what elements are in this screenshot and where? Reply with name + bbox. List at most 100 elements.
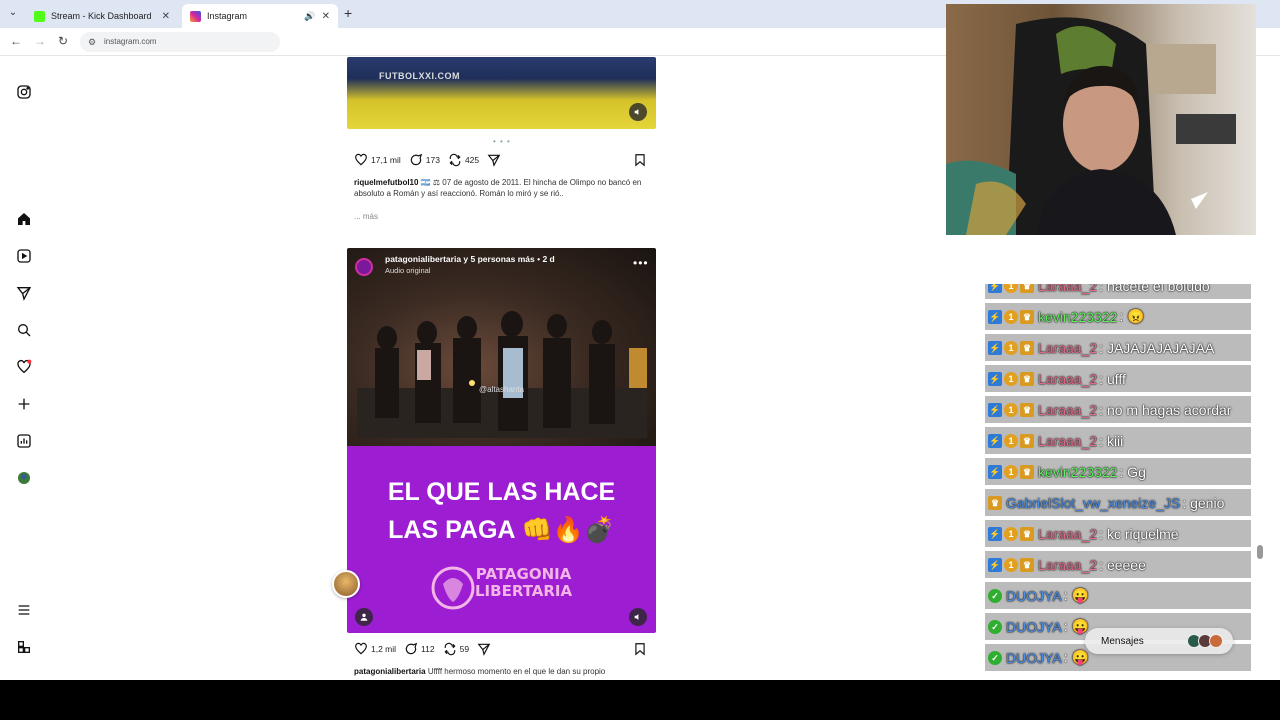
site-info-icon[interactable]: ⚙ xyxy=(88,32,96,52)
tab-kick-dashboard[interactable]: Stream - Kick Dashboard ✕ xyxy=(26,4,178,28)
chat-username[interactable]: DUOJYA xyxy=(1006,619,1062,635)
chat-username[interactable]: Laraaa_2 xyxy=(1038,284,1097,294)
new-tab-button[interactable]: + xyxy=(344,5,352,21)
close-tab-icon[interactable]: ✕ xyxy=(322,11,330,22)
chat-username[interactable]: kevin223322 xyxy=(1038,309,1117,325)
chat-username[interactable]: DUOJYA xyxy=(1006,588,1062,604)
address-bar[interactable]: ⚙ instagram.com xyxy=(80,32,280,52)
notifications-heart-icon[interactable] xyxy=(14,357,34,377)
like-count: 1,2 mil xyxy=(371,644,397,654)
address-text: instagram.com xyxy=(104,37,157,46)
crown-badge-icon: ♛ xyxy=(1020,557,1034,572)
more-options-icon[interactable]: ••• xyxy=(633,256,649,270)
like-count: 17,1 mil xyxy=(371,155,401,165)
post2-audio[interactable]: Audio original xyxy=(385,266,555,275)
more-apps-icon[interactable] xyxy=(14,637,34,657)
instagram-logo-icon[interactable] xyxy=(14,82,34,102)
chat-message: ⚡ 1 ♛ Laraaa_2: ufff xyxy=(985,365,1251,392)
tab-list-chevron-icon[interactable]: ⌄ xyxy=(6,6,20,20)
chat-message: ⚡ 1 ♛ Laraaa_2: kc riquelme xyxy=(985,520,1251,547)
close-tab-icon[interactable]: ✕ xyxy=(162,11,170,22)
chat-username[interactable]: Laraaa_2 xyxy=(1038,433,1097,449)
chat-username[interactable]: DUOJYA xyxy=(1006,650,1062,666)
coin-badge-icon: 1 xyxy=(1004,284,1018,293)
create-plus-icon[interactable] xyxy=(14,394,34,414)
bookmark-icon[interactable] xyxy=(633,153,647,167)
reload-icon[interactable]: ↻ xyxy=(55,34,71,48)
comment-button[interactable]: 112 xyxy=(404,642,435,656)
post1-username[interactable]: riquelmefutbol10 xyxy=(354,178,418,187)
repost-button[interactable]: 59 xyxy=(443,642,469,656)
mute-icon[interactable] xyxy=(629,103,647,121)
share-button[interactable] xyxy=(487,153,501,167)
messages-popup[interactable]: Mensajes xyxy=(1085,628,1233,654)
brand-line-1: PATAGONIA xyxy=(475,565,572,583)
streamer-image xyxy=(946,17,1236,235)
promo-line-2: LAS PAGA 👊🔥💣 xyxy=(388,516,615,544)
reels-icon[interactable] xyxy=(14,246,34,266)
chat-text: : kiii xyxy=(1099,432,1124,449)
speaker-icon[interactable]: 🔊 xyxy=(304,11,315,22)
chat-text: : kc riquelme xyxy=(1099,525,1179,542)
repost-button[interactable]: 425 xyxy=(448,153,479,167)
post2-author-avatar[interactable] xyxy=(355,258,373,276)
chat-message: ⚡ 1 ♛ kevin223322: 😠 xyxy=(985,303,1251,330)
direct-messages-icon[interactable] xyxy=(14,283,34,303)
like-button[interactable]: 17,1 mil xyxy=(354,153,401,167)
post2-media[interactable]: patagonialibertaria y 5 personas más • 2… xyxy=(347,248,656,633)
page-scrollbar[interactable] xyxy=(1264,56,1280,680)
bookmark-icon[interactable] xyxy=(633,642,647,656)
chat-badges: ⚡ 1 ♛ xyxy=(988,464,1034,479)
chat-message: ✓ DUOJYA: 😛 xyxy=(985,582,1251,609)
chat-badges: ⚡ 1 ♛ xyxy=(988,433,1034,448)
chat-message: ⚡ 1 ♛ Laraaa_2: eeeee xyxy=(985,551,1251,578)
chat-text: : Gg xyxy=(1119,463,1146,480)
bot-badge-icon: ⚡ xyxy=(988,402,1002,417)
share-button[interactable] xyxy=(477,642,491,656)
post1-more-link[interactable]: ... más xyxy=(354,212,378,221)
home-icon[interactable] xyxy=(14,209,34,229)
chat-username[interactable]: kevin223322 xyxy=(1038,464,1117,480)
forward-icon[interactable]: → xyxy=(32,34,48,48)
mute-icon[interactable] xyxy=(629,608,647,626)
post2-header: patagonialibertaria y 5 personas más • 2… xyxy=(385,254,555,275)
verified-badge-icon: ✓ xyxy=(988,619,1002,634)
post1-media[interactable]: FUTBOLXXI.COM xyxy=(347,57,656,129)
comment-button[interactable]: 173 xyxy=(409,153,440,167)
coin-badge-icon: 1 xyxy=(1004,526,1018,541)
post2-actions: 1,2 mil 112 59 xyxy=(354,641,499,657)
chat-username[interactable]: Laraaa_2 xyxy=(1038,402,1097,418)
menu-icon[interactable] xyxy=(14,600,34,620)
profile-avatar[interactable] xyxy=(14,468,34,488)
tab-instagram[interactable]: Instagram 🔊 ✕ xyxy=(182,4,338,28)
chat-username[interactable]: Laraaa_2 xyxy=(1038,557,1097,573)
dashboard-icon[interactable] xyxy=(14,431,34,451)
comment-icon xyxy=(405,642,418,655)
post2-caption: patagonialibertaria Uffff hermoso moment… xyxy=(354,666,654,677)
back-icon[interactable]: ← xyxy=(8,34,24,48)
chat-scrollbar[interactable] xyxy=(1257,545,1263,559)
post2-video[interactable]: patagonialibertaria y 5 personas más • 2… xyxy=(347,248,656,446)
search-icon[interactable] xyxy=(14,320,34,340)
messages-avatars xyxy=(1187,634,1223,648)
chat-username[interactable]: Laraaa_2 xyxy=(1038,371,1097,387)
chat-username[interactable]: Laraaa_2 xyxy=(1038,340,1097,356)
chat-username[interactable]: GabrielSlot_vw_xeneize_JS xyxy=(1006,495,1180,511)
post2-username[interactable]: patagonialibertaria xyxy=(354,667,426,676)
bot-badge-icon: ⚡ xyxy=(988,309,1002,324)
chat-badges: ⚡ 1 ♛ xyxy=(988,402,1034,417)
crowd-image xyxy=(357,311,647,438)
like-button[interactable]: 1,2 mil xyxy=(354,642,396,656)
coin-badge-icon: 1 xyxy=(1004,309,1018,324)
repost-icon xyxy=(444,642,456,656)
post1-caption: riquelmefutbol10 🇦🇷 ⚖ 07 de agosto de 20… xyxy=(354,177,654,199)
crown-badge-icon: ♛ xyxy=(1020,433,1034,448)
post2-author[interactable]: patagonialibertaria y 5 personas más • 2… xyxy=(385,254,555,264)
post1-actions: 17,1 mil 173 425 xyxy=(354,152,509,168)
tagged-people-icon[interactable] xyxy=(355,608,373,626)
brand-line-2: LIBERTARIA xyxy=(475,582,573,600)
chat-text: : JAJAJAJAJAJAA xyxy=(1099,339,1215,356)
chat-username[interactable]: Laraaa_2 xyxy=(1038,526,1097,542)
floating-story-avatar[interactable] xyxy=(332,570,360,598)
coin-badge-icon: 1 xyxy=(1004,557,1018,572)
